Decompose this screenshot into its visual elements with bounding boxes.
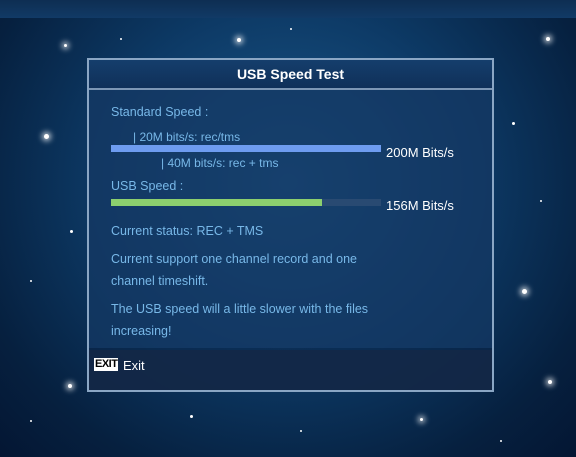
star-decoration (30, 280, 32, 282)
standard-20m-note: | 20M bits/s: rec/tms (133, 130, 241, 144)
star-decoration (70, 230, 73, 233)
dialog-footer: EXIT Exit (89, 350, 492, 390)
star-decoration (420, 418, 423, 421)
star-decoration (300, 430, 302, 432)
star-decoration (548, 380, 552, 384)
standard-speed-bar-fill (111, 145, 381, 152)
star-decoration (237, 38, 241, 42)
star-decoration (512, 122, 515, 125)
star-decoration (64, 44, 67, 47)
exit-key-icon[interactable]: EXIT (94, 358, 119, 371)
dialog-title: USB Speed Test (89, 60, 492, 90)
current-status: Current status: REC + TMS (111, 224, 264, 238)
usb-speed-bar-fill (111, 199, 322, 206)
standard-40m-note: | 40M bits/s: rec + tms (161, 156, 279, 170)
star-decoration (522, 289, 527, 294)
usb-speed-label: USB Speed : (111, 179, 184, 193)
star-decoration (190, 415, 193, 418)
standard-speed-value: 200M Bits/s (386, 145, 454, 160)
star-decoration (44, 134, 49, 139)
star-decoration (30, 420, 32, 422)
star-decoration (500, 440, 502, 442)
top-strip (0, 0, 576, 18)
star-decoration (540, 200, 542, 202)
standard-speed-label: Standard Speed : (111, 105, 209, 119)
star-decoration (546, 37, 550, 41)
star-decoration (290, 28, 292, 30)
note-line-2: increasing! (111, 324, 172, 338)
usb-speed-bar (111, 199, 381, 206)
exit-button-label[interactable]: Exit (123, 358, 145, 373)
dialog-content: Standard Speed : | 20M bits/s: rec/tms 2… (89, 90, 492, 348)
usb-speed-value: 156M Bits/s (386, 198, 454, 213)
star-decoration (68, 384, 72, 388)
support-line-2: channel timeshift. (111, 274, 209, 288)
standard-speed-bar (111, 145, 381, 152)
usb-speed-test-dialog: USB Speed Test Standard Speed : | 20M bi… (87, 58, 494, 392)
star-decoration (120, 38, 122, 40)
note-line-1: The USB speed will a little slower with … (111, 302, 369, 316)
support-line-1: Current support one channel record and o… (111, 252, 357, 266)
